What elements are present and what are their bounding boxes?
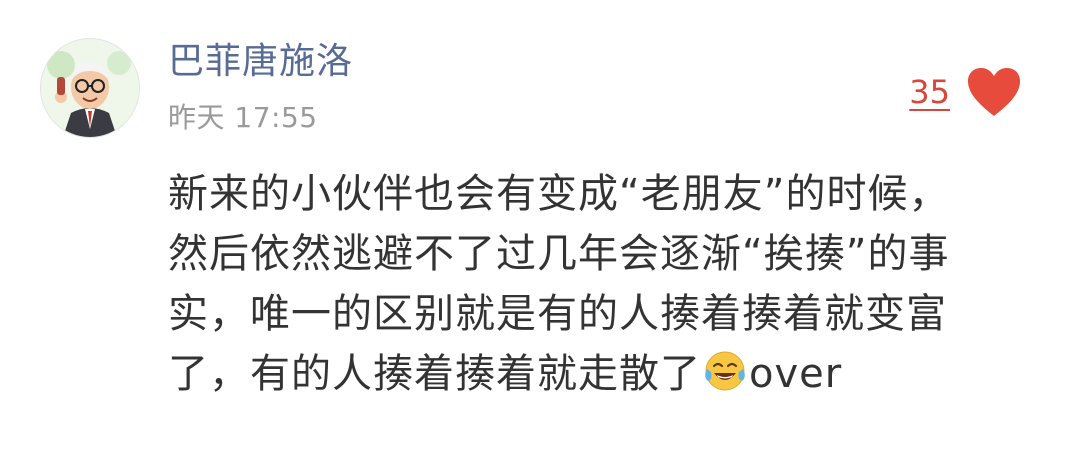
like-area[interactable]: 35	[909, 64, 1022, 120]
comment-line: 实，唯一的区别就是有的人揍着揍着就变富	[168, 291, 947, 337]
comment-body: 新来的小伙伴也会有变成“老朋友”的时候， 然后依然逃避不了过几年会逐渐“挨揍”的…	[168, 164, 1028, 404]
comment-author[interactable]: 巴菲唐施洛	[168, 38, 353, 86]
avatar-illustration	[41, 39, 139, 137]
comment-line: 然后依然逃避不了过几年会逐渐“挨揍”的事	[168, 231, 950, 277]
heart-icon[interactable]	[966, 66, 1022, 118]
comment-timestamp: 昨天 17:55	[168, 101, 318, 134]
comment-line: 了，有的人揍着揍着就走散了	[168, 351, 701, 397]
avatar[interactable]	[40, 38, 140, 138]
comment-last-line: 了，有的人揍着揍着就走散了 over	[168, 344, 1028, 404]
comment-line: 新来的小伙伴也会有变成“老朋友”的时候，	[168, 171, 950, 217]
comment-item: 巴菲唐施洛 昨天 17:55 35 新来的小伙伴也会有变成“老朋友”的时候， 然…	[0, 0, 1080, 470]
laughing-tears-emoji-icon	[705, 351, 745, 391]
comment-trailing-text: over	[749, 351, 843, 397]
like-count: 35	[909, 73, 950, 111]
